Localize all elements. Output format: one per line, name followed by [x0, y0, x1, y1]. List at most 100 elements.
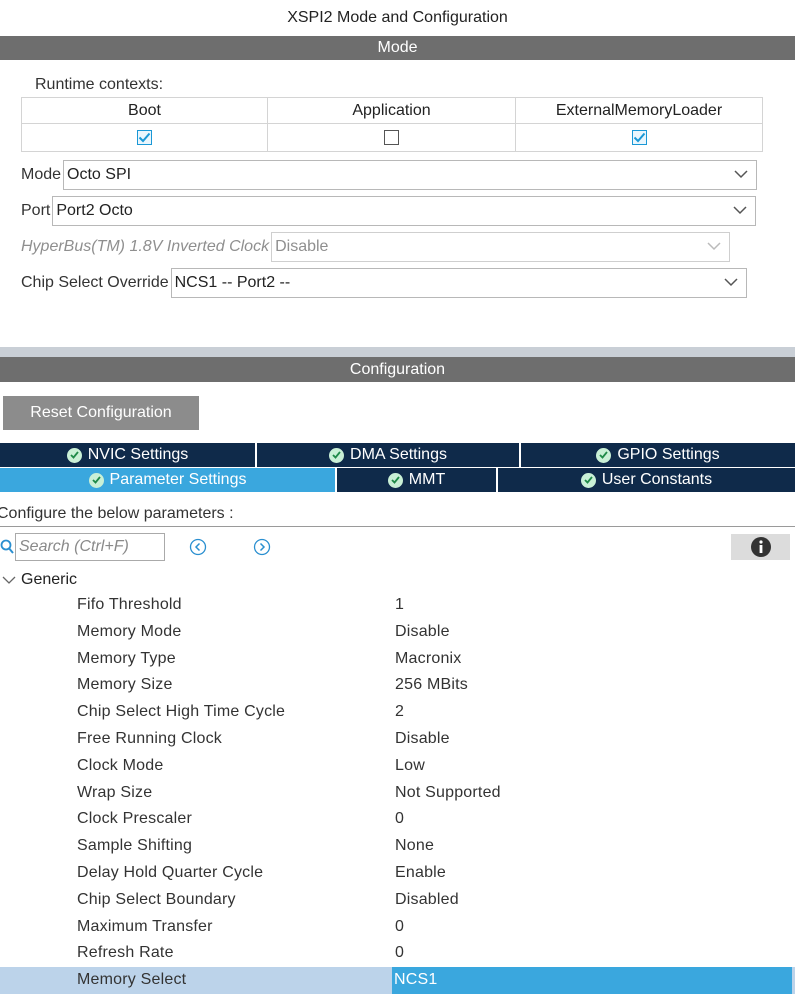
- hyperbus-label: HyperBus(TM) 1.8V Inverted Clock: [21, 238, 270, 255]
- hyperbus-select: Disable: [271, 232, 731, 262]
- mode-select[interactable]: Octo SPI: [63, 160, 758, 190]
- parameter-name: Sample Shifting: [77, 837, 193, 855]
- status-ok-icon: [580, 472, 596, 488]
- status-ok-icon: [88, 472, 104, 488]
- parameter-row[interactable]: Chip Select High Time Cycle 2: [0, 699, 795, 726]
- parameter-name: Memory Type: [77, 649, 176, 667]
- tab-nvic-settings[interactable]: NVIC Settings: [0, 443, 257, 467]
- status-ok-icon: [387, 472, 403, 488]
- parameter-name: Memory Mode: [77, 622, 182, 640]
- tab-mmt[interactable]: MMT: [337, 468, 498, 492]
- parameter-name: Clock Prescaler: [77, 810, 193, 828]
- window-title: XSPI2 Mode and Configuration: [287, 9, 508, 26]
- context-checkbox-external-memory-loader[interactable]: [631, 130, 647, 145]
- parameter-name: Wrap Size: [77, 783, 153, 801]
- parameter-name: Refresh Rate: [77, 944, 174, 962]
- next-button[interactable]: [252, 537, 272, 557]
- tab-label: MMT: [408, 471, 446, 488]
- search-input[interactable]: [15, 533, 165, 561]
- parameter-name: Clock Mode: [77, 756, 164, 774]
- parameter-value[interactable]: 1: [395, 592, 404, 619]
- parameter-value[interactable]: 0: [395, 940, 404, 967]
- port-select[interactable]: Port2 Octo: [52, 196, 757, 226]
- search-icon: [0, 539, 14, 554]
- parameter-list: Fifo Threshold 1 Memory Mode Disable Memory …: [0, 592, 795, 994]
- parameter-value[interactable]: Low: [395, 753, 425, 780]
- mode-section-header: Mode: [0, 36, 795, 60]
- parameter-row[interactable]: Memory Select NCS1: [0, 967, 795, 994]
- tab-label: DMA Settings: [350, 446, 447, 463]
- parameter-value[interactable]: 2: [395, 699, 404, 726]
- parameter-value[interactable]: 0: [395, 914, 404, 941]
- tab-user-constants[interactable]: User Constants: [498, 468, 795, 492]
- tab-dma-settings[interactable]: DMA Settings: [257, 443, 521, 467]
- tab-label: GPIO Settings: [617, 446, 720, 463]
- context-header: Boot: [22, 98, 267, 124]
- hyperbus-field-row: HyperBus(TM) 1.8V Inverted Clock Disable: [21, 232, 731, 262]
- context-header: ExternalMemoryLoader: [516, 98, 762, 124]
- group-generic[interactable]: Generic: [0, 568, 77, 592]
- tab-label: User Constants: [601, 471, 713, 488]
- port-label: Port: [21, 202, 51, 219]
- parameter-row[interactable]: Memory Size 256 MBits: [0, 672, 795, 699]
- group-label: Generic: [21, 571, 78, 588]
- runtime-contexts-label: Runtime contexts:: [35, 76, 164, 93]
- next-icon: [253, 538, 271, 556]
- reset-configuration-button[interactable]: Reset Configuration: [3, 396, 199, 430]
- chevron-down-icon: [724, 278, 738, 287]
- instruction-text: Configure the below parameters :: [0, 505, 234, 522]
- parameter-value[interactable]: NCS1: [392, 967, 792, 994]
- parameter-name: Chip Select High Time Cycle: [77, 703, 286, 721]
- status-ok-icon: [596, 447, 612, 463]
- parameter-value[interactable]: 0: [395, 806, 404, 833]
- tab-row-top: NVIC Settings DMA Settings GPIO Settings: [0, 443, 795, 467]
- parameter-row[interactable]: Clock Mode Low: [0, 753, 795, 780]
- tab-parameter-settings[interactable]: Parameter Settings: [0, 468, 337, 492]
- parameter-row[interactable]: Refresh Rate 0: [0, 940, 795, 967]
- info-button[interactable]: [731, 534, 790, 560]
- parameter-value[interactable]: Macronix: [395, 646, 462, 673]
- port-field-row: Port Port2 Octo: [21, 196, 757, 226]
- parameter-row[interactable]: Chip Select Boundary Disabled: [0, 887, 795, 914]
- port-select-value: Port2 Octo: [56, 202, 133, 219]
- parameter-name: Memory Select: [77, 971, 187, 989]
- chip-select-override-label: Chip Select Override: [21, 274, 169, 291]
- check-icon: [138, 132, 151, 143]
- chevron-down-icon: [2, 576, 16, 584]
- chip-select-override-select[interactable]: NCS1 -- Port2 --: [170, 268, 747, 298]
- chevron-down-icon: [733, 206, 747, 215]
- parameter-value[interactable]: None: [395, 833, 434, 860]
- parameter-name: Fifo Threshold: [77, 596, 182, 613]
- info-icon: [750, 537, 771, 557]
- parameter-value[interactable]: Disable: [395, 619, 450, 646]
- parameter-name: Memory Size: [77, 676, 173, 694]
- parameter-value[interactable]: Disabled: [395, 887, 459, 914]
- parameter-row[interactable]: Clock Prescaler 0: [0, 806, 795, 833]
- parameter-name: Free Running Clock: [77, 729, 222, 747]
- context-header: Application: [268, 98, 515, 124]
- parameter-row[interactable]: Sample Shifting None: [0, 833, 795, 860]
- parameter-name: Maximum Transfer: [77, 917, 213, 935]
- parameter-row[interactable]: Free Running Clock Disable: [0, 726, 795, 753]
- parameter-row[interactable]: Memory Mode Disable: [0, 619, 795, 646]
- hyperbus-select-value: Disable: [275, 238, 329, 255]
- parameter-row[interactable]: Maximum Transfer 0: [0, 914, 795, 941]
- parameter-value[interactable]: Not Supported: [395, 780, 501, 807]
- parameter-row[interactable]: Fifo Threshold 1: [0, 592, 795, 619]
- parameter-row[interactable]: Memory Type Macronix: [0, 646, 795, 673]
- context-checkbox-application[interactable]: [384, 130, 399, 145]
- tab-gpio-settings[interactable]: GPIO Settings: [521, 443, 795, 467]
- parameter-value[interactable]: Disable: [395, 726, 450, 753]
- parameter-value[interactable]: 256 MBits: [395, 672, 468, 699]
- runtime-contexts-table: Boot Application ExternalMemoryLoader: [21, 97, 763, 152]
- parameter-row[interactable]: Delay Hold Quarter Cycle Enable: [0, 860, 795, 887]
- status-ok-icon: [66, 447, 82, 463]
- previous-button[interactable]: [188, 537, 208, 557]
- context-checkbox-boot[interactable]: [137, 130, 152, 145]
- parameter-name: Chip Select Boundary: [77, 890, 236, 908]
- parameter-row[interactable]: Wrap Size Not Supported: [0, 780, 795, 807]
- context-column-application: Application: [268, 98, 516, 151]
- parameter-value[interactable]: Enable: [395, 860, 446, 887]
- status-ok-icon: [329, 447, 345, 463]
- section-divider: [0, 347, 795, 357]
